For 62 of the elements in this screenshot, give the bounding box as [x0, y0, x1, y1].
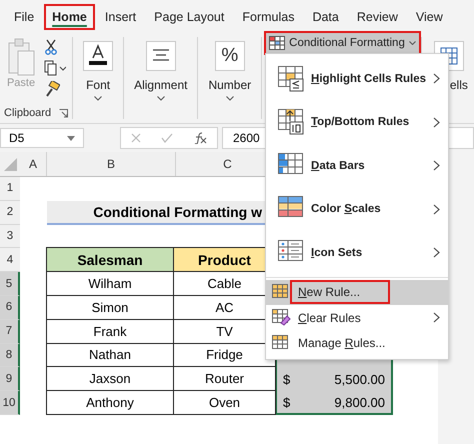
grid-icon [269, 36, 286, 50]
row-header[interactable]: 4 [0, 248, 20, 272]
amount-cell: 5,500.00 [334, 372, 385, 387]
top-bottom-rules-icon [278, 109, 304, 136]
enter-icon [161, 133, 173, 143]
column-header[interactable]: B [47, 152, 176, 176]
row-header[interactable]: 7 [0, 320, 20, 344]
table-icon [272, 334, 291, 352]
ribbon-tab[interactable]: File [6, 4, 42, 30]
highlight-rules-icon [278, 66, 304, 92]
table-icon [272, 284, 291, 301]
currency-symbol: $ [283, 372, 290, 387]
dialog-launcher-icon [59, 108, 68, 118]
ribbon-button[interactable]: ells [450, 78, 468, 92]
function-icon [193, 132, 207, 144]
ribbon-button[interactable]: Number [208, 78, 252, 92]
caret-icon [94, 96, 102, 101]
row-header[interactable]: 10 [0, 391, 20, 415]
currency-symbol: $ [283, 394, 290, 410]
cancel-icon [131, 133, 141, 143]
paste-icon [6, 37, 36, 77]
ribbon-tab[interactable]: Data [304, 4, 347, 30]
row-header[interactable]: 6 [0, 296, 20, 320]
ribbon-tab[interactable]: Home [44, 4, 95, 30]
ribbon-tab[interactable]: Review [348, 4, 406, 30]
ribbon-tab[interactable]: Page Layout [146, 4, 232, 30]
copy-icon [44, 60, 66, 76]
scissors-icon [44, 39, 58, 55]
row-header[interactable]: 9 [0, 367, 20, 392]
selected-cell[interactable]: $ 5,500.00 [276, 367, 393, 392]
conditional-formatting-button[interactable]: Conditional Formatting [264, 31, 421, 55]
row-header[interactable]: 2 [0, 200, 20, 225]
amount-cell: 9,800.00 [334, 394, 385, 410]
caret-icon [67, 136, 75, 140]
format-painter-icon [44, 81, 60, 97]
column-header[interactable]: A [20, 152, 47, 176]
row-header[interactable]: 1 [0, 177, 20, 201]
row-header[interactable]: 8 [0, 344, 20, 368]
menu-item[interactable]: Color Scales [266, 188, 448, 231]
table-cell: Oven [173, 390, 276, 415]
row-header[interactable]: 3 [0, 224, 20, 248]
ribbon-button[interactable]: Font [86, 78, 110, 92]
caret-icon [156, 96, 165, 101]
row-header[interactable]: 5 [0, 272, 20, 296]
ribbon-tab[interactable]: Formulas [234, 4, 302, 30]
sheet-title: Conditional Formatting w [93, 204, 262, 220]
table-cell: Anthony [46, 390, 174, 415]
eraser-table-icon [272, 309, 291, 326]
caret-icon [226, 96, 234, 101]
menu-item[interactable]: Highlight Cells Rules [266, 57, 448, 100]
font-color-icon [87, 44, 110, 68]
name-box[interactable]: D5 [0, 128, 84, 148]
ribbon-tab[interactable]: Insert [96, 4, 144, 30]
header-cell: Salesman [46, 247, 174, 272]
ribbon-tab[interactable]: View [408, 4, 451, 30]
menu-item[interactable]: New Rule... [266, 280, 448, 305]
selected-cell[interactable]: $ 9,800.00 [276, 391, 393, 415]
caret-icon [408, 41, 416, 45]
percent-icon: % [221, 45, 238, 67]
ribbon-button[interactable]: Alignment [134, 78, 188, 92]
menu-item[interactable]: Top/Bottom Rules [266, 100, 448, 144]
group-label: Clipboard [4, 107, 52, 119]
